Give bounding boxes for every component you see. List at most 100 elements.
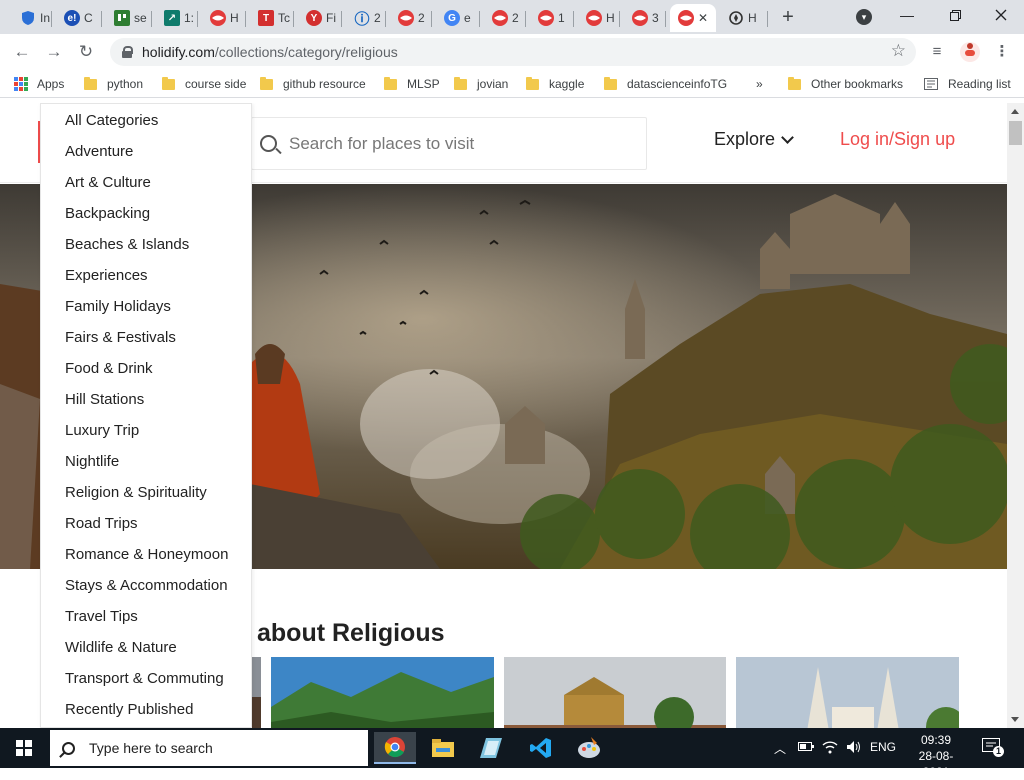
browser-tab[interactable]: In [12, 4, 52, 32]
category-item[interactable]: Food & Drink [65, 360, 153, 377]
G-favicon-icon: G [444, 10, 460, 26]
login-signup-link[interactable]: Log in/Sign up [840, 129, 955, 150]
tab-title: 1 [558, 11, 565, 25]
category-item[interactable]: Backpacking [65, 205, 150, 222]
bookmark-folder[interactable]: python [84, 76, 143, 92]
bookmark-folder[interactable]: datascienceinfoTG [604, 76, 727, 92]
close-window-button[interactable] [978, 0, 1024, 30]
bookmark-folder[interactable]: github resource [260, 76, 366, 92]
restore-icon [949, 9, 961, 21]
category-item[interactable]: Travel Tips [65, 608, 138, 625]
tab-search-icon[interactable]: ▾ [856, 9, 872, 25]
browser-tab[interactable]: 2 [390, 4, 432, 32]
battery-icon[interactable] [798, 740, 814, 755]
vscode-icon[interactable] [520, 732, 562, 764]
paint-app-icon[interactable] [568, 732, 610, 764]
new-tab-button[interactable]: + [776, 6, 800, 30]
site-search-input[interactable]: Search for places to visit [251, 117, 647, 170]
bookmark-other[interactable]: Other bookmarks [788, 76, 903, 92]
tab-title: Tc [278, 11, 290, 25]
browser-tab[interactable]: H [720, 4, 768, 32]
category-item[interactable]: Art & Culture [65, 174, 151, 191]
category-item[interactable]: Beaches & Islands [65, 236, 189, 253]
browser-tab[interactable]: ⓘ 2 [346, 4, 386, 32]
browser-tab[interactable]: 1 [530, 4, 574, 32]
category-item[interactable]: Recently Published [65, 701, 193, 718]
chrome-menu-icon[interactable]: ⋮ [992, 42, 1012, 62]
clock-date: 28-08-2021 [918, 749, 954, 779]
explore-menu[interactable]: Explore [714, 129, 794, 150]
address-bar[interactable]: holidify.com/collections/category/religi… [110, 38, 916, 66]
browser-tab[interactable]: 2 [484, 4, 526, 32]
TOI-favicon-icon: T [258, 10, 274, 26]
bookmark-folder[interactable]: MLSP [384, 76, 440, 92]
category-item[interactable]: Adventure [65, 143, 133, 160]
e!-favicon-icon: e! [64, 10, 80, 26]
category-item[interactable]: Religion & Spirituality [65, 484, 207, 501]
scroll-up-icon[interactable] [1011, 109, 1019, 114]
volume-icon[interactable] [846, 740, 862, 757]
reading-list[interactable]: Reading list [924, 76, 1011, 92]
scrollbar-thumb[interactable] [1009, 121, 1022, 145]
browser-tab[interactable]: e! C [56, 4, 102, 32]
browser-tab[interactable]: se [106, 4, 152, 32]
scroll-down-icon[interactable] [1011, 717, 1019, 722]
page-scrollbar[interactable] [1007, 103, 1024, 728]
category-item[interactable]: Luxury Trip [65, 422, 139, 439]
category-item[interactable]: All Categories [65, 112, 158, 129]
file-explorer-icon[interactable] [422, 732, 464, 764]
tray-overflow-icon[interactable]: ︿ [774, 740, 786, 757]
category-item[interactable]: Transport & Commuting [65, 670, 224, 687]
lips-favicon-icon [586, 10, 602, 26]
category-item[interactable]: Experiences [65, 267, 148, 284]
browser-tab[interactable]: H [578, 4, 620, 32]
taskbar-search-input[interactable]: Type here to search [50, 730, 368, 766]
minimize-button[interactable]: — [884, 0, 930, 30]
category-item[interactable]: Family Holidays [65, 298, 171, 315]
category-item[interactable]: Nightlife [65, 453, 119, 470]
notes-app-icon[interactable] [470, 732, 512, 764]
back-button[interactable]: ← [10, 40, 34, 64]
article-card[interactable] [736, 657, 959, 728]
wifi-icon[interactable] [822, 740, 838, 757]
media-control-icon[interactable]: ≡ [927, 42, 947, 62]
tab-title: H [606, 11, 615, 25]
notification-center-icon[interactable]: 1 [982, 738, 1004, 759]
bookmarks-overflow-button[interactable]: » [756, 76, 763, 92]
windows-start-icon[interactable] [16, 740, 32, 756]
close-tab-icon[interactable]: ✕ [698, 11, 708, 25]
restore-button[interactable] [932, 0, 978, 30]
tab-title: In [40, 11, 51, 25]
profile-avatar[interactable] [960, 42, 980, 62]
reload-button[interactable]: ↻ [74, 40, 98, 64]
category-item[interactable]: Fairs & Festivals [65, 329, 176, 346]
browser-tab[interactable]: Y Fi [298, 4, 342, 32]
bookmark-folder[interactable]: kaggle [526, 76, 584, 92]
language-indicator[interactable]: ENG [870, 740, 896, 754]
browser-tab[interactable]: ✕ [670, 4, 716, 32]
folder-icon [788, 76, 801, 90]
bookmark-folder[interactable]: jovian [454, 76, 508, 92]
bookmark-folder[interactable]: course side [162, 76, 246, 92]
section-title: about Religious [257, 619, 445, 647]
bookmark-star-icon[interactable]: ☆ [891, 41, 906, 61]
category-item[interactable]: Road Trips [65, 515, 138, 532]
browser-tab[interactable]: ↗ 1: [156, 4, 198, 32]
category-item[interactable]: Wildlife & Nature [65, 639, 177, 656]
article-card[interactable] [504, 657, 727, 728]
bookmark-apps[interactable]: Apps [14, 76, 64, 92]
lips-favicon-icon [678, 10, 694, 26]
category-item[interactable]: Romance & Honeymoon [65, 546, 228, 563]
browser-tab[interactable]: Ge [436, 4, 480, 32]
lock-icon[interactable] [122, 46, 133, 58]
folder-icon [454, 76, 467, 90]
article-card[interactable] [271, 657, 494, 728]
browser-tab[interactable]: 3 [624, 4, 666, 32]
category-item[interactable]: Stays & Accommodation [65, 577, 228, 594]
clock[interactable]: 09:39 28-08-2021 [907, 732, 965, 780]
category-item[interactable]: Hill Stations [65, 391, 144, 408]
forward-button[interactable]: → [42, 40, 66, 64]
browser-tab[interactable]: T Tc [250, 4, 294, 32]
browser-tab[interactable]: H [202, 4, 246, 32]
chrome-taskbar-icon[interactable] [374, 732, 416, 764]
